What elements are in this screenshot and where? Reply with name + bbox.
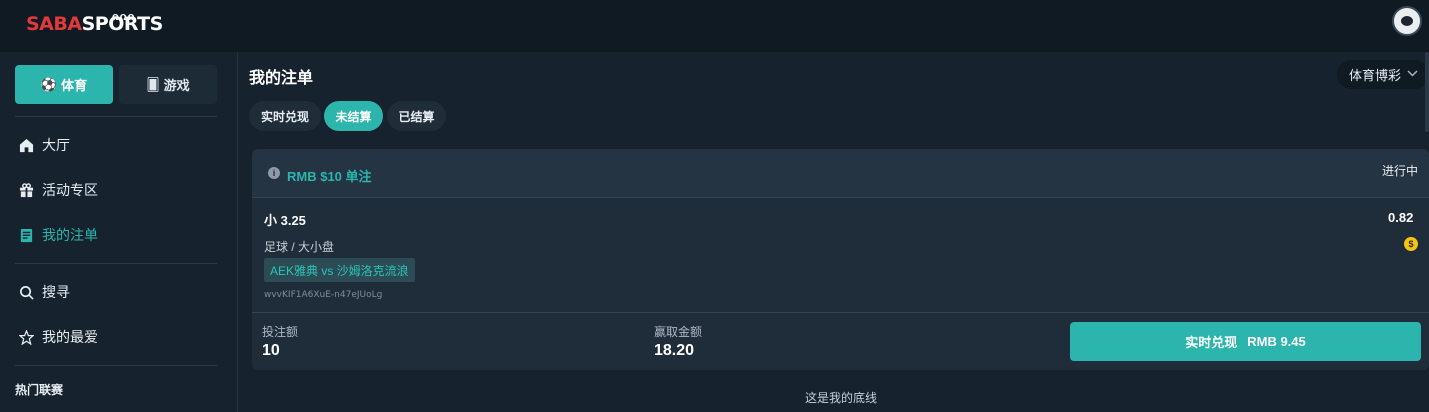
bet-selection: 小 3.25 xyxy=(264,213,306,228)
bet-market: 足球 / 大小盘 xyxy=(264,240,335,254)
search-icon xyxy=(18,284,34,300)
bet-card-header xyxy=(252,149,1429,197)
sidebar-item-lobby[interactable]: 大厅 xyxy=(18,134,70,156)
sidebar-item-label: 我的注单 xyxy=(42,227,98,243)
end-of-list-note: 这是我的底线 xyxy=(805,391,878,405)
cashout-button-label: 实时兑现 xyxy=(1185,335,1238,350)
sidebar-divider xyxy=(15,116,217,117)
tab-settled[interactable]: 已结算 xyxy=(387,101,446,131)
cashout-button-amount: RMB 9.45 xyxy=(1247,334,1306,349)
logo-saba-text: SABA xyxy=(26,13,82,35)
win-amount-value: 18.20 xyxy=(654,342,695,359)
cards-icon: 🂠 xyxy=(146,76,160,92)
mode-button-games[interactable]: 🂠 游戏 xyxy=(119,65,217,104)
mode-sports-label: 体育 xyxy=(61,78,88,93)
mode-games-label: 游戏 xyxy=(163,78,190,93)
bet-type-title: RMB $10 单注 xyxy=(287,169,372,184)
home-icon xyxy=(18,137,34,153)
win-amount-label: 赢取金额 xyxy=(654,325,703,339)
mode-button-sports[interactable]: ⚽ 体育 xyxy=(15,65,113,104)
tab-cashout[interactable]: 实时兑现 xyxy=(249,101,321,131)
popular-leagues-heading: 热门联赛 xyxy=(15,383,64,397)
soccer-ball-icon: ⚽ xyxy=(40,76,58,92)
betting-type-value: 体育博彩 xyxy=(1349,68,1402,83)
sidebar-border xyxy=(237,52,238,412)
match-link[interactable]: AEK雅典 vs 沙姆洛克流浪 xyxy=(264,258,415,282)
sidebar: ⚽ 体育 🂠 游戏 大厅 活动专区 我的注单 搜寻 我的最爱 热门联赛 xyxy=(0,52,233,412)
sidebar-item-label: 活动专区 xyxy=(42,182,98,198)
sidebar-item-search[interactable]: 搜寻 xyxy=(18,281,70,303)
sidebar-divider xyxy=(15,263,217,264)
top-bar xyxy=(0,0,1429,52)
page-title: 我的注单 xyxy=(249,70,314,87)
tab-unsettled[interactable]: 未结算 xyxy=(324,101,383,131)
avatar[interactable] xyxy=(1392,6,1422,36)
card-divider xyxy=(252,312,1429,313)
scrollbar[interactable] xyxy=(1425,52,1429,132)
sidebar-item-promotions[interactable]: 活动专区 xyxy=(18,179,98,201)
saba-sports-logo[interactable]: SABA SPORTS ΩΩΩ xyxy=(26,10,163,38)
card-divider xyxy=(252,197,1429,198)
coin-icon: $ xyxy=(1404,237,1418,251)
sidebar-divider xyxy=(15,365,217,366)
sidebar-item-my-bets[interactable]: 我的注单 xyxy=(18,224,98,246)
gift-icon xyxy=(18,182,34,198)
star-icon xyxy=(18,329,34,345)
sidebar-item-label: 我的最爱 xyxy=(42,329,98,345)
logo-crown-icon: ΩΩΩ xyxy=(112,13,136,22)
betting-type-select[interactable]: 体育博彩 xyxy=(1337,60,1429,89)
sidebar-item-label: 搜寻 xyxy=(42,284,70,300)
chevron-down-icon xyxy=(1407,69,1418,80)
stake-value: 10 xyxy=(262,342,280,359)
stake-label: 投注额 xyxy=(262,325,299,339)
bet-slip-icon xyxy=(18,227,34,243)
info-icon[interactable]: i xyxy=(268,167,280,179)
sidebar-item-label: 大厅 xyxy=(42,137,70,153)
bet-status: 进行中 xyxy=(1382,164,1419,178)
sidebar-item-favorites[interactable]: 我的最爱 xyxy=(18,326,98,348)
cashout-button[interactable]: 实时兑现 RMB 9.45 xyxy=(1070,322,1421,361)
bet-id: wvvKIF1A6XuE-n47eJUoLg xyxy=(264,290,383,300)
bet-odds: 0.82 xyxy=(1388,210,1414,225)
